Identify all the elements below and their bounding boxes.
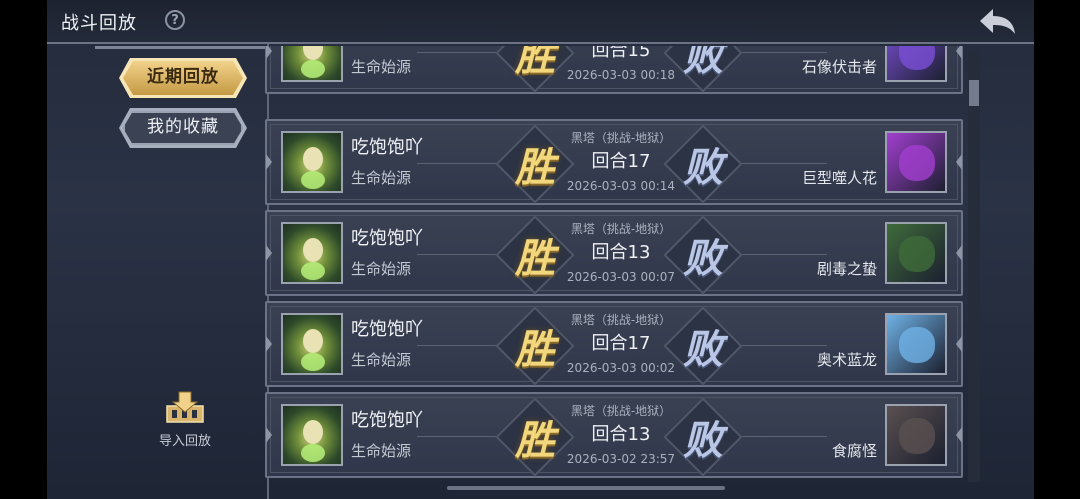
player-avatar bbox=[281, 313, 343, 375]
row-left-notch bbox=[266, 245, 272, 261]
row-right-notch bbox=[956, 336, 962, 352]
round-count: 回合17 bbox=[591, 151, 651, 172]
tab-my-favorites[interactable]: 我的收藏 bbox=[123, 111, 243, 145]
sidebar-divider bbox=[95, 46, 273, 49]
horizontal-scroll-indicator bbox=[447, 486, 725, 490]
right-letterbox bbox=[1034, 0, 1080, 499]
player-name: 吃饱饱吖 bbox=[351, 319, 423, 340]
replay-row[interactable]: 吃饱饱吖 生命始源 胜 败 回合15 2026-03-03 00:18 石像伏击… bbox=[265, 46, 963, 94]
enemy-avatar bbox=[885, 222, 947, 284]
player-title: 生命始源 bbox=[351, 442, 412, 460]
enemy-name: 剧毒之蛰 bbox=[816, 260, 877, 278]
import-replay-button[interactable]: 导入回放 bbox=[145, 390, 225, 449]
enemy-name: 巨型噬人花 bbox=[801, 169, 877, 187]
battle-time: 2026-03-03 00:14 bbox=[566, 179, 676, 193]
battle-mode: 黑塔（挑战-地狱） bbox=[570, 131, 672, 145]
player-title: 生命始源 bbox=[351, 351, 412, 369]
replay-row[interactable]: 吃饱饱吖 生命始源 胜 败 黑塔（挑战-地狱） 回合13 2026-03-03 … bbox=[265, 210, 963, 296]
player-avatar bbox=[281, 131, 343, 193]
replay-list: 吃饱饱吖 生命始源 胜 败 回合15 2026-03-03 00:18 石像伏击… bbox=[265, 46, 965, 499]
battle-mode: 黑塔（挑战-地狱） bbox=[570, 313, 672, 327]
round-count: 回合13 bbox=[591, 424, 651, 445]
row-left-notch bbox=[266, 427, 272, 443]
import-label: 导入回放 bbox=[158, 434, 211, 449]
round-count: 回合17 bbox=[591, 333, 651, 354]
enemy-avatar bbox=[885, 313, 947, 375]
tab-recent-replays[interactable]: 近期回放 bbox=[123, 61, 243, 95]
round-count: 回合15 bbox=[591, 46, 651, 61]
battle-mode: 黑塔（挑战-地狱） bbox=[570, 404, 672, 418]
enemy-avatar bbox=[885, 131, 947, 193]
divider-line bbox=[737, 163, 827, 164]
top-bar: 战斗回放 ? bbox=[47, 0, 1034, 44]
row-left-notch bbox=[266, 336, 272, 352]
player-title: 生命始源 bbox=[351, 169, 412, 187]
replay-row[interactable]: 吃饱饱吖 生命始源 胜 败 黑塔（挑战-地狱） 回合13 2026-03-02 … bbox=[265, 392, 963, 478]
battle-time: 2026-03-02 23:57 bbox=[566, 452, 676, 466]
battle-time: 2026-03-03 00:18 bbox=[566, 68, 676, 82]
row-right-notch bbox=[956, 154, 962, 170]
enemy-name: 奥术蓝龙 bbox=[816, 351, 877, 369]
row-right-notch bbox=[956, 245, 962, 261]
enemy-avatar bbox=[885, 404, 947, 466]
left-letterbox bbox=[0, 0, 47, 499]
player-title: 生命始源 bbox=[351, 58, 412, 76]
enemy-name: 食腐怪 bbox=[831, 442, 877, 460]
round-count: 回合13 bbox=[591, 242, 651, 263]
player-avatar bbox=[281, 404, 343, 466]
enemy-avatar bbox=[885, 46, 947, 82]
divider-line bbox=[737, 254, 827, 255]
replay-row[interactable]: 吃饱饱吖 生命始源 胜 败 黑塔（挑战-地狱） 回合17 2026-03-03 … bbox=[265, 301, 963, 387]
player-name: 吃饱饱吖 bbox=[351, 410, 423, 431]
player-name: 吃饱饱吖 bbox=[351, 46, 423, 48]
divider-line bbox=[737, 436, 827, 437]
player-name: 吃饱饱吖 bbox=[351, 137, 423, 158]
divider-line bbox=[737, 345, 827, 346]
import-icon bbox=[166, 391, 204, 423]
scroll-thumb[interactable] bbox=[969, 80, 979, 106]
battle-time: 2026-03-03 00:02 bbox=[566, 361, 676, 375]
player-name: 吃饱饱吖 bbox=[351, 228, 423, 249]
back-arrow-icon[interactable] bbox=[977, 6, 1019, 36]
row-left-notch bbox=[266, 154, 272, 170]
row-right-notch bbox=[956, 46, 962, 59]
player-title: 生命始源 bbox=[351, 260, 412, 278]
divider-line bbox=[737, 52, 827, 53]
help-icon[interactable]: ? bbox=[165, 10, 185, 30]
battle-mode: 黑塔（挑战-地狱） bbox=[570, 222, 672, 236]
enemy-name: 石像伏击者 bbox=[801, 58, 877, 76]
row-left-notch bbox=[266, 46, 272, 59]
row-right-notch bbox=[956, 427, 962, 443]
battle-time: 2026-03-03 00:07 bbox=[566, 270, 676, 284]
battle-replay-screen: 战斗回放 ? 近期回放 我的收藏 导入回放 吃饱饱吖 生命始源 胜 败 回合15… bbox=[47, 0, 1034, 499]
replay-row[interactable]: 吃饱饱吖 生命始源 胜 败 黑塔（挑战-地狱） 回合17 2026-03-03 … bbox=[265, 119, 963, 205]
player-avatar bbox=[281, 222, 343, 284]
list-scrollbar[interactable] bbox=[968, 52, 980, 482]
player-avatar bbox=[281, 46, 343, 82]
page-title: 战斗回放 bbox=[61, 13, 137, 34]
